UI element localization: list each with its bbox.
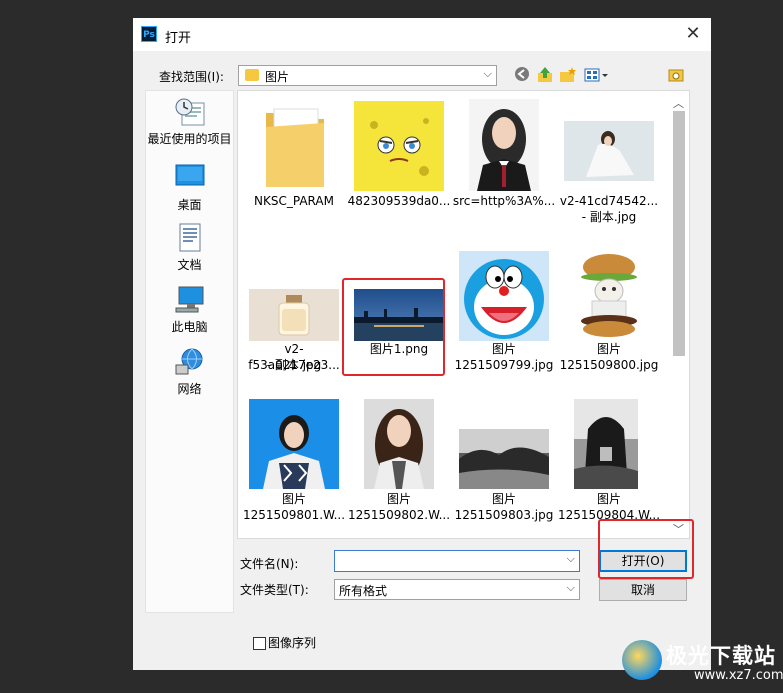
file-item[interactable]: src=http%3A%... xyxy=(452,99,556,211)
folder-icon xyxy=(245,69,259,81)
chevron-down-icon: ⌵ xyxy=(483,67,492,80)
image-sequence-option[interactable]: 图像序列 xyxy=(253,634,316,651)
watermark-url: www.xz7.com xyxy=(694,668,783,683)
doraemon-thumbnail xyxy=(459,251,549,341)
file-item[interactable]: 图片 1251509804.W... xyxy=(557,399,661,529)
place-label: 网络 xyxy=(177,382,202,396)
file-item[interactable]: 图片 1251509803.jpg xyxy=(452,399,556,529)
place-label: 文档 xyxy=(177,258,202,272)
file-name-line2: 1251509802.W... xyxy=(347,508,451,522)
portrait-thumbnail xyxy=(249,399,339,489)
cancel-button[interactable]: 取消 xyxy=(599,579,687,601)
photo-thumbnail xyxy=(249,289,339,341)
watermark: 极光下载站 www.xz7.com xyxy=(622,636,783,690)
vertical-scrollbar[interactable]: ︿ ﹀ xyxy=(669,91,689,538)
file-name-line2: 1251509799.jpg xyxy=(454,358,554,372)
burger-cat-thumbnail xyxy=(564,251,654,341)
file-item[interactable]: 图片 1251509802.W... xyxy=(347,399,451,529)
computer-icon xyxy=(175,286,203,313)
portrait-thumbnail xyxy=(364,399,434,489)
file-name: NKSC_PARAM xyxy=(254,194,334,208)
folder-icon xyxy=(266,108,324,187)
site-logo-icon xyxy=(622,640,662,680)
file-name: 图片 xyxy=(281,492,306,506)
file-name: 图片 xyxy=(491,342,516,356)
file-item[interactable]: NKSC_PARAM xyxy=(242,99,346,211)
title-bar: Ps 打开 ✕ xyxy=(133,18,711,51)
places-bar: 最近使用的项目 桌面 文档 此电脑 网络 xyxy=(145,90,234,613)
place-desktop[interactable]: 桌面 xyxy=(146,163,233,213)
watermark-text: 极光下载站 xyxy=(666,644,776,668)
place-label: 最近使用的项目 xyxy=(147,132,232,146)
file-name: 图片 xyxy=(596,342,621,356)
lookin-dropdown[interactable]: 图片 ⌵ xyxy=(238,65,497,86)
filename-label: 文件名(N): xyxy=(240,557,299,571)
recent-icon xyxy=(175,98,204,126)
place-label: 此电脑 xyxy=(171,320,208,334)
chevron-down-icon[interactable]: ⌵ xyxy=(567,552,575,566)
back-arrow-icon xyxy=(515,67,529,81)
file-item[interactable]: v2-41cd74542... - 副本.jpg xyxy=(557,99,661,227)
image-sequence-label: 图像序列 xyxy=(268,636,317,650)
new-folder-icon xyxy=(560,67,576,82)
bridge-button[interactable] xyxy=(667,66,685,84)
chevron-down-icon: ⌵ xyxy=(566,581,575,594)
filetype-value: 所有格式 xyxy=(339,584,388,598)
place-documents[interactable]: 文档 xyxy=(146,223,233,273)
lookin-value: 图片 xyxy=(265,70,290,84)
file-name: 图片 xyxy=(596,492,621,506)
file-name: 图片 xyxy=(491,492,516,506)
photoshop-icon: Ps xyxy=(141,26,157,42)
file-name-line2: - 副本.jpg xyxy=(266,358,322,372)
landscape-thumbnail xyxy=(459,429,549,489)
file-name: v2-41cd74542... xyxy=(559,194,659,208)
back-button[interactable] xyxy=(513,66,531,84)
place-computer[interactable]: 此电脑 xyxy=(146,285,233,335)
file-item[interactable]: 图片 1251509801.W... xyxy=(242,399,346,529)
photo-thumbnail xyxy=(564,121,654,181)
portrait-thumbnail xyxy=(469,99,539,191)
new-folder-button[interactable] xyxy=(559,66,577,84)
filetype-dropdown[interactable]: 所有格式 ⌵ xyxy=(334,579,580,600)
highlight-open-button xyxy=(598,519,694,579)
desktop-icon xyxy=(175,164,204,186)
close-button[interactable]: ✕ xyxy=(681,22,705,46)
place-network[interactable]: 网络 xyxy=(146,347,233,397)
scrollbar-thumb[interactable] xyxy=(673,111,685,356)
filetype-label: 文件类型(T): xyxy=(240,583,309,597)
file-name: 图片 xyxy=(386,492,411,506)
file-name-line2: - 副本.jpg xyxy=(581,210,637,224)
place-label: 桌面 xyxy=(177,198,202,212)
file-name: src=http%3A%... xyxy=(452,194,556,208)
file-name-line2: 1251509800.jpg xyxy=(559,358,659,372)
file-name-line2: 1251509803.jpg xyxy=(454,508,554,522)
rock-thumbnail xyxy=(574,399,638,489)
documents-icon xyxy=(179,223,200,252)
place-recent[interactable]: 最近使用的项目 xyxy=(146,97,233,147)
scroll-up-icon[interactable]: ︿ xyxy=(673,95,684,111)
lookin-label: 查找范围(I): xyxy=(159,70,224,84)
file-list: NKSC_PARAM 482309539da0... src=http%3A%.… xyxy=(237,90,690,539)
up-folder-button[interactable] xyxy=(536,66,554,84)
file-name-line2: 1251509801.W... xyxy=(242,508,346,522)
view-menu-button[interactable] xyxy=(584,66,610,84)
file-item[interactable]: v2-f53a0217e23... - 副本.jpg xyxy=(242,249,346,379)
file-item[interactable]: 图片 1251509799.jpg xyxy=(452,249,556,379)
highlight-selected-file xyxy=(342,278,445,376)
network-icon xyxy=(175,348,202,375)
file-item[interactable]: 482309539da0... xyxy=(347,99,451,211)
file-name: 482309539da0... xyxy=(347,194,451,208)
up-folder-icon xyxy=(538,67,552,82)
file-item[interactable]: 图片 1251509800.jpg xyxy=(557,249,661,379)
filename-input[interactable]: ⌵ xyxy=(334,550,580,572)
image-sequence-checkbox[interactable] xyxy=(253,637,266,650)
spongebob-thumbnail xyxy=(354,101,444,191)
dialog-title: 打开 xyxy=(165,31,192,46)
bridge-folder-icon xyxy=(668,69,684,82)
view-grid-icon xyxy=(584,68,608,82)
